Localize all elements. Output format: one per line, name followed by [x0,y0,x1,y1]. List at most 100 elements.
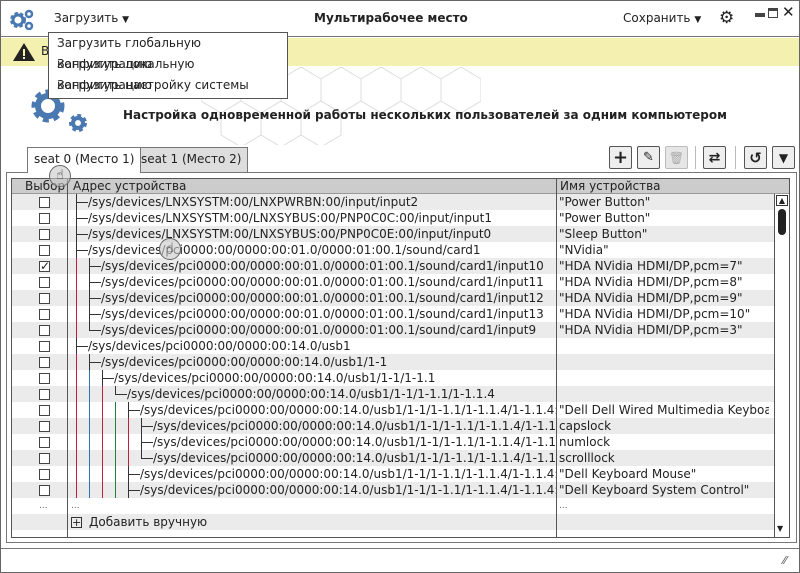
tree-branch-line [76,250,88,251]
device-name: capslock [559,419,612,433]
table-row[interactable]: /sys/devices/pci0000:00/0000:00:01.0/000… [12,306,774,322]
column-header-address[interactable]: Адрес устройства [73,179,186,194]
table-row[interactable]: /sys/devices/LNXSYSTM:00/LNXPWRBN:00/inp… [12,194,774,210]
row-checkbox[interactable] [39,453,50,464]
ellipsis: ... [559,501,568,511]
load-menu-button[interactable]: Загрузить ▼ [54,11,129,25]
row-checkbox[interactable] [39,469,50,480]
device-name: "HDA NVidia HDMI/DP,pcm=7" [559,259,743,273]
filter-button[interactable]: ▼ [772,146,795,169]
menu-item-load-system[interactable]: Загрузить настройку системы [49,75,287,96]
row-checkbox[interactable] [39,325,50,336]
table-row[interactable]: /sys/devices/LNXSYSTM:00/LNXSYBUS:00/PNP… [12,226,774,242]
device-name: "Dell Keyboard Mouse" [559,467,697,481]
table-row[interactable]: /sys/devices/LNXSYSTM:00/LNXSYBUS:00/PNP… [12,210,774,226]
tree-guide-line [89,386,90,402]
row-checkbox[interactable]: ✓ [39,260,50,272]
tree-guide-line [128,450,129,466]
save-menu-button[interactable]: Сохранить ▼ [623,11,701,25]
add-button[interactable]: + [609,146,632,169]
menu-item-load-local[interactable]: Загрузить локальную конфигурацию [49,54,287,92]
row-checkbox[interactable] [39,437,50,448]
row-checkbox[interactable] [39,197,50,208]
tab-seat-0[interactable]: seat 0 (Место 1) [27,147,142,173]
table-row[interactable]: /sys/devices/pci0000:00/0000:00:14.0/usb… [12,482,774,498]
tree-guide-line [76,322,77,338]
save-label: Сохранить [623,11,691,25]
row-checkbox[interactable] [39,245,50,256]
window-title: Мультирабочее место [314,11,468,25]
gear-icon[interactable]: ⚙ [719,8,734,28]
vertical-scrollbar[interactable]: ▲ ▼ [774,194,789,537]
maximize-button[interactable] [768,8,778,18]
undo-button[interactable]: ↺ [744,146,767,169]
table-row[interactable]: /sys/devices/pci0000:00/0000:00:01.0/000… [12,322,774,338]
scrollbar-thumb[interactable] [778,209,786,235]
swap-icon: ⇄ [708,149,721,166]
device-name: "NVidia" [559,243,609,257]
minimize-button[interactable] [755,13,765,17]
row-checkbox[interactable] [39,341,50,352]
device-address: /sys/devices/pci0000:00/0000:00:14.0/usb… [88,339,351,353]
tree-guide-line [76,450,77,466]
tree-guide-line [76,274,77,290]
add-manual-row[interactable]: + Добавить вручную [12,514,774,530]
ellipsis-row: ......... [12,498,774,514]
device-address: /sys/devices/pci0000:00/0000:00:01.0/000… [101,307,544,321]
tree-guide-line [102,402,103,418]
ellipsis: ... [71,501,80,511]
edit-button[interactable]: ✎ [637,146,660,169]
tree-guide-line [89,434,90,450]
tree-guide-line [89,418,90,434]
row-checkbox[interactable] [39,389,50,400]
device-name: "Power Button" [559,195,651,209]
scroll-down-arrow-icon[interactable]: ▼ [777,524,783,533]
add-manual-label: Добавить вручную [89,515,208,529]
table-row[interactable]: /sys/devices/pci0000:00/0000:00:14.0/usb… [12,370,774,386]
tree-branch-line [89,314,101,315]
device-address: /sys/devices/pci0000:00/0000:00:14.0/usb… [153,435,556,449]
device-name: scrolllock [559,451,615,465]
device-address: /sys/devices/pci0000:00/0000:00:01.0/000… [101,323,537,337]
table-row[interactable]: /sys/devices/pci0000:00/0000:00:01.0/000… [12,242,774,258]
device-address: /sys/devices/pci0000:00/0000:00:01.0/000… [101,259,544,273]
tree-guide-line [76,354,77,370]
table-row[interactable]: /sys/devices/pci0000:00/0000:00:14.0/usb… [12,434,774,450]
row-checkbox[interactable] [39,373,50,384]
table-row[interactable]: /sys/devices/pci0000:00/0000:00:14.0/usb… [12,338,774,354]
menu-item-load-global[interactable]: Загрузить глобальную конфигурацию [49,33,287,71]
table-row[interactable]: /sys/devices/pci0000:00/0000:00:14.0/usb… [12,386,774,402]
table-body: /sys/devices/LNXSYSTM:00/LNXPWRBN:00/inp… [12,194,774,537]
table-row[interactable]: /sys/devices/pci0000:00/0000:00:14.0/usb… [12,402,774,418]
tree-guide-line [115,466,116,482]
resize-grip-icon[interactable]: ⁄⁄ [783,554,787,567]
scroll-up-arrow-icon[interactable]: ▲ [776,195,788,206]
row-checkbox[interactable] [39,357,50,368]
row-checkbox[interactable] [39,293,50,304]
row-checkbox[interactable] [39,485,50,496]
delete-button[interactable]: 🗑 [665,146,688,169]
row-checkbox[interactable] [39,405,50,416]
column-header-name[interactable]: Имя устройства [560,179,661,194]
device-address: /sys/devices/pci0000:00/0000:00:14.0/usb… [153,451,556,465]
close-button[interactable]: ✕ [782,3,795,21]
row-checkbox[interactable] [39,421,50,432]
table-row[interactable]: /sys/devices/pci0000:00/0000:00:14.0/usb… [12,466,774,482]
row-checkbox[interactable] [39,309,50,320]
row-checkbox[interactable] [39,229,50,240]
table-row[interactable]: ✓ /sys/devices/pci0000:00/0000:00:01.0/00… [12,258,774,274]
table-row[interactable]: /sys/devices/pci0000:00/0000:00:14.0/usb… [12,418,774,434]
table-row[interactable]: /sys/devices/pci0000:00/0000:00:14.0/usb… [12,450,774,466]
swap-button[interactable]: ⇄ [703,146,726,169]
device-address: /sys/devices/LNXSYSTM:00/LNXSYBUS:00/PNP… [88,211,492,225]
tab-seat-1[interactable]: seat 1 (Место 2) [134,147,249,172]
tree-guide-line [102,434,103,450]
row-checkbox[interactable] [39,213,50,224]
tree-branch-line [141,458,153,459]
table-row[interactable]: /sys/devices/pci0000:00/0000:00:01.0/000… [12,274,774,290]
row-checkbox[interactable] [39,277,50,288]
table-row[interactable]: /sys/devices/pci0000:00/0000:00:14.0/usb… [12,354,774,370]
table-row[interactable]: /sys/devices/pci0000:00/0000:00:01.0/000… [12,290,774,306]
device-address: /sys/devices/pci0000:00/0000:00:14.0/usb… [140,467,556,481]
tree-guide-line [76,402,77,418]
